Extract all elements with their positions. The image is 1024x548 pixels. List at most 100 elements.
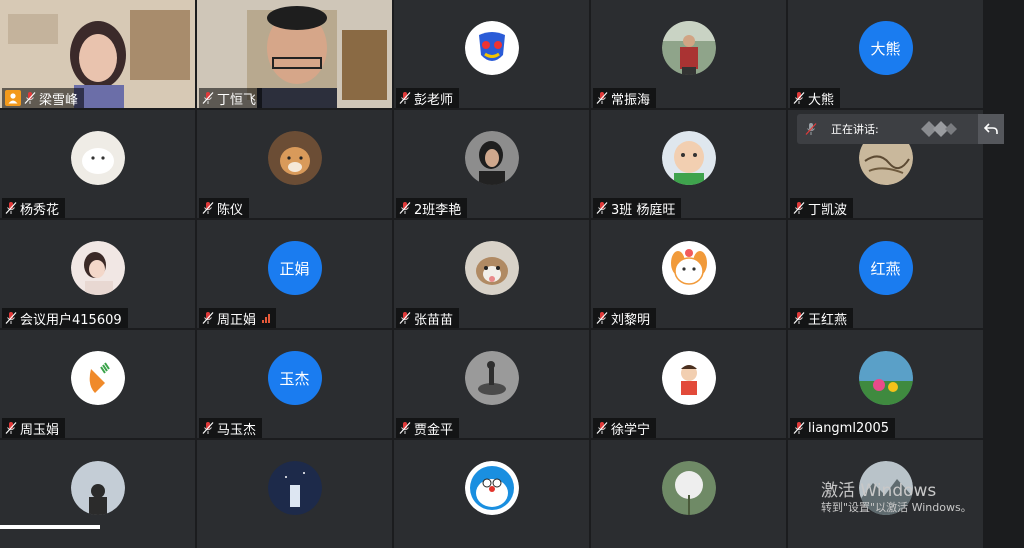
participant-name: liangml2005 [808, 420, 890, 436]
muted-mic-icon [399, 312, 411, 324]
muted-mic-icon [793, 312, 805, 324]
participant-tile[interactable]: 周玉娟 [0, 330, 195, 438]
participant-name-tag: 杨秀花 [2, 198, 66, 218]
participant-name-tag: 丁凯波 [790, 198, 854, 218]
muted-mic-icon [399, 202, 411, 214]
participant-tile[interactable] [788, 440, 983, 548]
participant-name-tag: 马玉杰 [199, 418, 263, 438]
participant-name: 丁凯波 [808, 202, 848, 218]
avatar [661, 351, 716, 405]
participant-name-tag: 大熊 [790, 88, 841, 108]
participant-name: 大熊 [808, 92, 835, 108]
participant-tile[interactable]: 常振海 [591, 0, 786, 108]
avatar [464, 351, 519, 405]
avatar: 大熊 [858, 21, 913, 75]
participant-name: 徐学宁 [611, 422, 651, 438]
muted-mic-icon [399, 422, 411, 434]
avatar [661, 131, 716, 185]
participant-name-tag: 张苗苗 [396, 308, 460, 328]
muted-mic-icon [399, 92, 411, 104]
participant-tile[interactable]: 玉杰 马玉杰 [197, 330, 392, 438]
muted-mic-icon [202, 422, 214, 434]
participant-name-tag: 丁恒飞 [199, 88, 263, 108]
participant-name: 王红燕 [808, 312, 848, 328]
participant-name: 常振海 [611, 92, 651, 108]
participant-name-tag: 3班 杨庭旺 [593, 198, 682, 218]
participant-tile[interactable]: 杨秀花 [0, 110, 195, 218]
muted-mic-icon [202, 92, 214, 104]
avatar [464, 131, 519, 185]
participant-tile[interactable]: 徐学宁 [591, 330, 786, 438]
avatar [464, 21, 519, 75]
avatar: 红燕 [858, 241, 913, 295]
return-arrow-icon [984, 123, 998, 134]
avatar [661, 21, 716, 75]
muted-mic-icon [5, 422, 17, 434]
participant-name-tag: 会议用户415609 [2, 308, 128, 328]
avatar [70, 131, 125, 185]
participant-name: 杨秀花 [20, 202, 60, 218]
avatar [70, 351, 125, 405]
participant-tile[interactable]: 会议用户415609 [0, 220, 195, 328]
muted-mic-icon [5, 202, 17, 214]
participant-tile[interactable]: 刘黎明 [591, 220, 786, 328]
participant-name-tag: 徐学宁 [593, 418, 657, 438]
speaking-label: 正在讲话: [831, 123, 879, 136]
participant-name-tag: 周正娟 [199, 308, 277, 328]
muted-mic-icon [793, 202, 805, 214]
muted-mic-icon [596, 312, 608, 324]
avatar [70, 241, 125, 295]
participant-name: 陈仪 [217, 202, 244, 218]
muted-mic-icon [596, 422, 608, 434]
muted-mic-icon [202, 202, 214, 214]
avatar [267, 131, 322, 185]
muted-mic-icon [596, 202, 608, 214]
muted-mic-icon [5, 312, 17, 324]
participant-name: 刘黎明 [611, 312, 651, 328]
participant-tile[interactable]: 彭老师 [394, 0, 589, 108]
avatar [858, 351, 913, 405]
participant-name-tag: 彭老师 [396, 88, 460, 108]
avatar [858, 461, 913, 515]
speaker-placeholder [920, 121, 957, 137]
participant-tile[interactable]: 大熊 大熊 [788, 0, 983, 108]
avatar: 玉杰 [267, 351, 322, 405]
participant-name-tag: 陈仪 [199, 198, 250, 218]
participant-tile[interactable]: 3班 杨庭旺 [591, 110, 786, 218]
avatar [661, 241, 716, 295]
avatar [464, 241, 519, 295]
participant-tile[interactable]: 红燕 王红燕 [788, 220, 983, 328]
speaking-indicator[interactable]: 正在讲话: [797, 114, 1004, 144]
avatar: 正娟 [267, 241, 322, 295]
participant-name-tag: 周玉娟 [2, 418, 66, 438]
participant-tile[interactable]: 梁雪峰 [0, 0, 195, 108]
participant-tile[interactable]: 正娟 周正娟 [197, 220, 392, 328]
participant-name: 彭老师 [414, 92, 454, 108]
participant-tile[interactable]: 2班李艳 [394, 110, 589, 218]
participant-name-tag: 刘黎明 [593, 308, 657, 328]
participant-tile[interactable] [0, 440, 195, 548]
muted-mic-icon [793, 422, 805, 434]
avatar [70, 461, 125, 515]
participant-tile[interactable]: liangml2005 [788, 330, 983, 438]
signal-bars-icon [262, 313, 271, 323]
muted-mic-icon [202, 312, 214, 324]
participant-tile[interactable]: 丁恒飞 [197, 0, 392, 108]
participant-tile[interactable]: 贾金平 [394, 330, 589, 438]
participant-tile[interactable] [197, 440, 392, 548]
participant-name: 张苗苗 [414, 312, 454, 328]
muted-mic-icon [805, 123, 817, 135]
participant-tile[interactable]: 陈仪 [197, 110, 392, 218]
participant-tile[interactable]: 张苗苗 [394, 220, 589, 328]
participant-tile[interactable] [591, 440, 786, 548]
muted-mic-icon [24, 92, 36, 104]
participant-name: 贾金平 [414, 422, 454, 438]
participant-tile[interactable] [394, 440, 589, 548]
collapse-button[interactable] [978, 114, 1004, 144]
muted-mic-icon [596, 92, 608, 104]
participant-name-tag: liangml2005 [790, 418, 896, 438]
avatar [464, 461, 519, 515]
muted-mic-icon [793, 92, 805, 104]
participant-name-tag: 常振海 [593, 88, 657, 108]
participant-name: 2班李艳 [414, 202, 462, 218]
